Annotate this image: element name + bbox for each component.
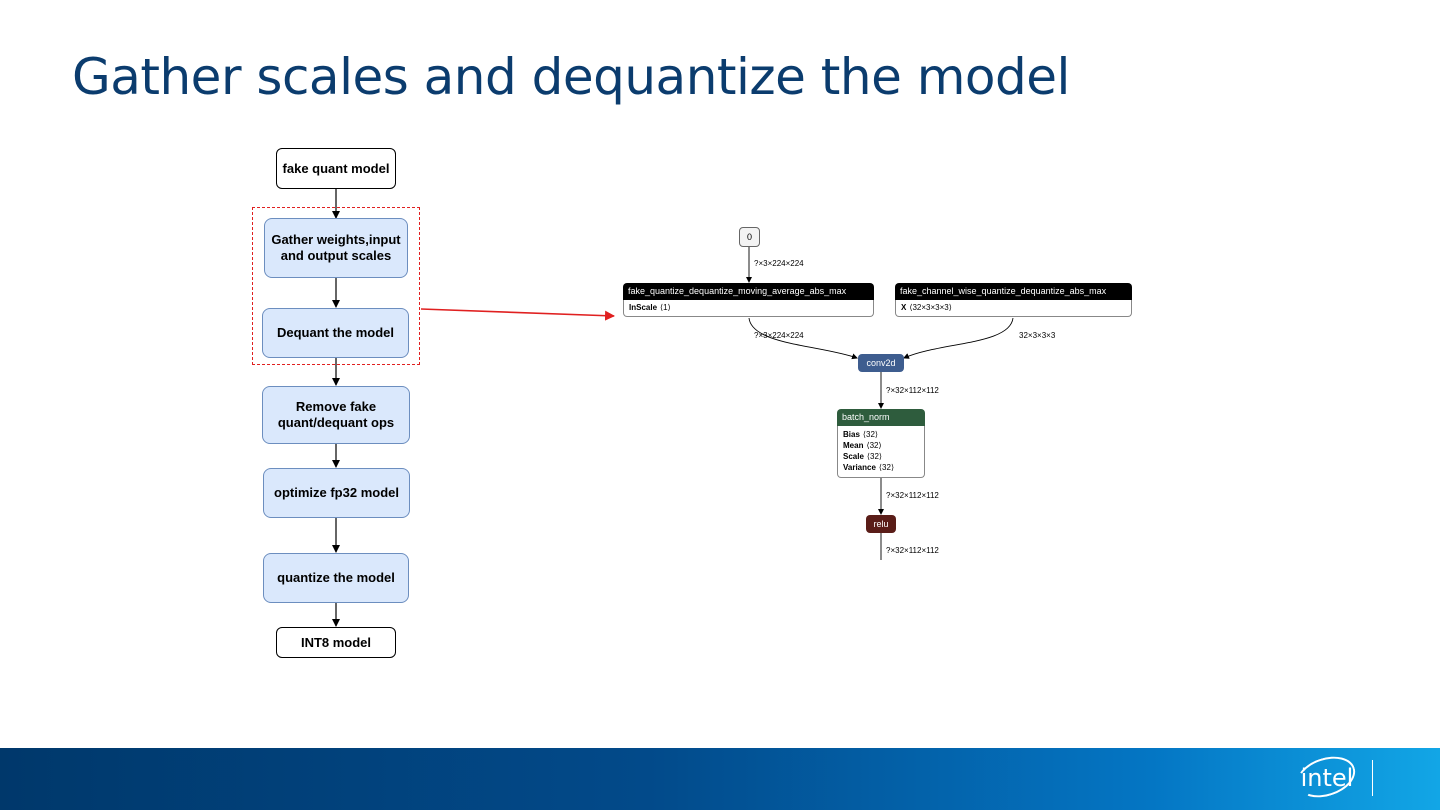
footer-divider bbox=[1372, 760, 1373, 796]
batch-norm-node-title: batch_norm bbox=[837, 409, 925, 426]
remove-ops-box: Remove fake quant/dequant ops bbox=[262, 386, 410, 444]
fake-quant-model-box: fake quant model bbox=[276, 148, 396, 189]
bn-attr-key-bias: Bias bbox=[843, 430, 860, 439]
relu-node: relu bbox=[866, 515, 896, 533]
edge-label-relu-out: ?×32×112×112 bbox=[886, 546, 939, 555]
fake-quantize-node-title: fake_quantize_dequantize_moving_average_… bbox=[623, 283, 874, 300]
graph-edge-fc-conv bbox=[903, 317, 1014, 359]
bn-attr-val-bias: ⟨32⟩ bbox=[862, 430, 879, 439]
highlight-arrow bbox=[420, 308, 615, 321]
graph-input-node: 0 bbox=[739, 227, 760, 247]
connector-layer bbox=[332, 189, 1014, 627]
bn-attr-val-scale: ⟨32⟩ bbox=[866, 452, 883, 461]
fake-channel-wise-attr-key: X bbox=[901, 303, 907, 312]
dequant-model-box: Dequant the model bbox=[262, 308, 409, 358]
fake-quantize-node: fake_quantize_dequantize_moving_average_… bbox=[623, 283, 874, 317]
fake-channel-wise-node: fake_channel_wise_quantize_dequantize_ab… bbox=[895, 283, 1132, 317]
bn-attr-key-mean: Mean bbox=[843, 441, 864, 450]
bn-attr-key-scale: Scale bbox=[843, 452, 864, 461]
footer-bar bbox=[0, 748, 1440, 810]
edge-label-fq-out: ?×3×224×224 bbox=[754, 331, 804, 340]
fake-channel-wise-node-title: fake_channel_wise_quantize_dequantize_ab… bbox=[895, 283, 1132, 300]
quantize-model-box: quantize the model bbox=[263, 553, 409, 603]
optimize-fp32-box: optimize fp32 model bbox=[263, 468, 410, 518]
fake-quantize-attr-key: InScale bbox=[629, 303, 658, 312]
gather-scales-box: Gather weights,input and output scales bbox=[264, 218, 408, 278]
bn-attr-val-mean: ⟨32⟩ bbox=[866, 441, 882, 450]
intel-logo-ring-icon bbox=[1291, 749, 1361, 805]
edge-label-input: ?×3×224×224 bbox=[754, 259, 804, 268]
bn-attr-key-variance: Variance bbox=[843, 463, 876, 472]
fake-quantize-attr-val: ⟨1⟩ bbox=[660, 303, 671, 312]
bn-attr-val-variance: ⟨32⟩ bbox=[878, 463, 895, 472]
int8-model-box: INT8 model bbox=[276, 627, 396, 658]
edge-label-fc-out: 32×3×3×3 bbox=[1019, 331, 1056, 340]
fake-channel-wise-attr-val: ⟨32×3×3×3⟩ bbox=[909, 303, 952, 312]
edge-label-conv-out: ?×32×112×112 bbox=[886, 386, 939, 395]
intel-logo: intel bbox=[1291, 749, 1361, 805]
conv2d-node: conv2d bbox=[858, 354, 904, 372]
edge-label-bn-out: ?×32×112×112 bbox=[886, 491, 939, 500]
batch-norm-node: batch_norm Bias ⟨32⟩ Mean ⟨32⟩ Scale ⟨32⟩ V… bbox=[837, 409, 925, 478]
